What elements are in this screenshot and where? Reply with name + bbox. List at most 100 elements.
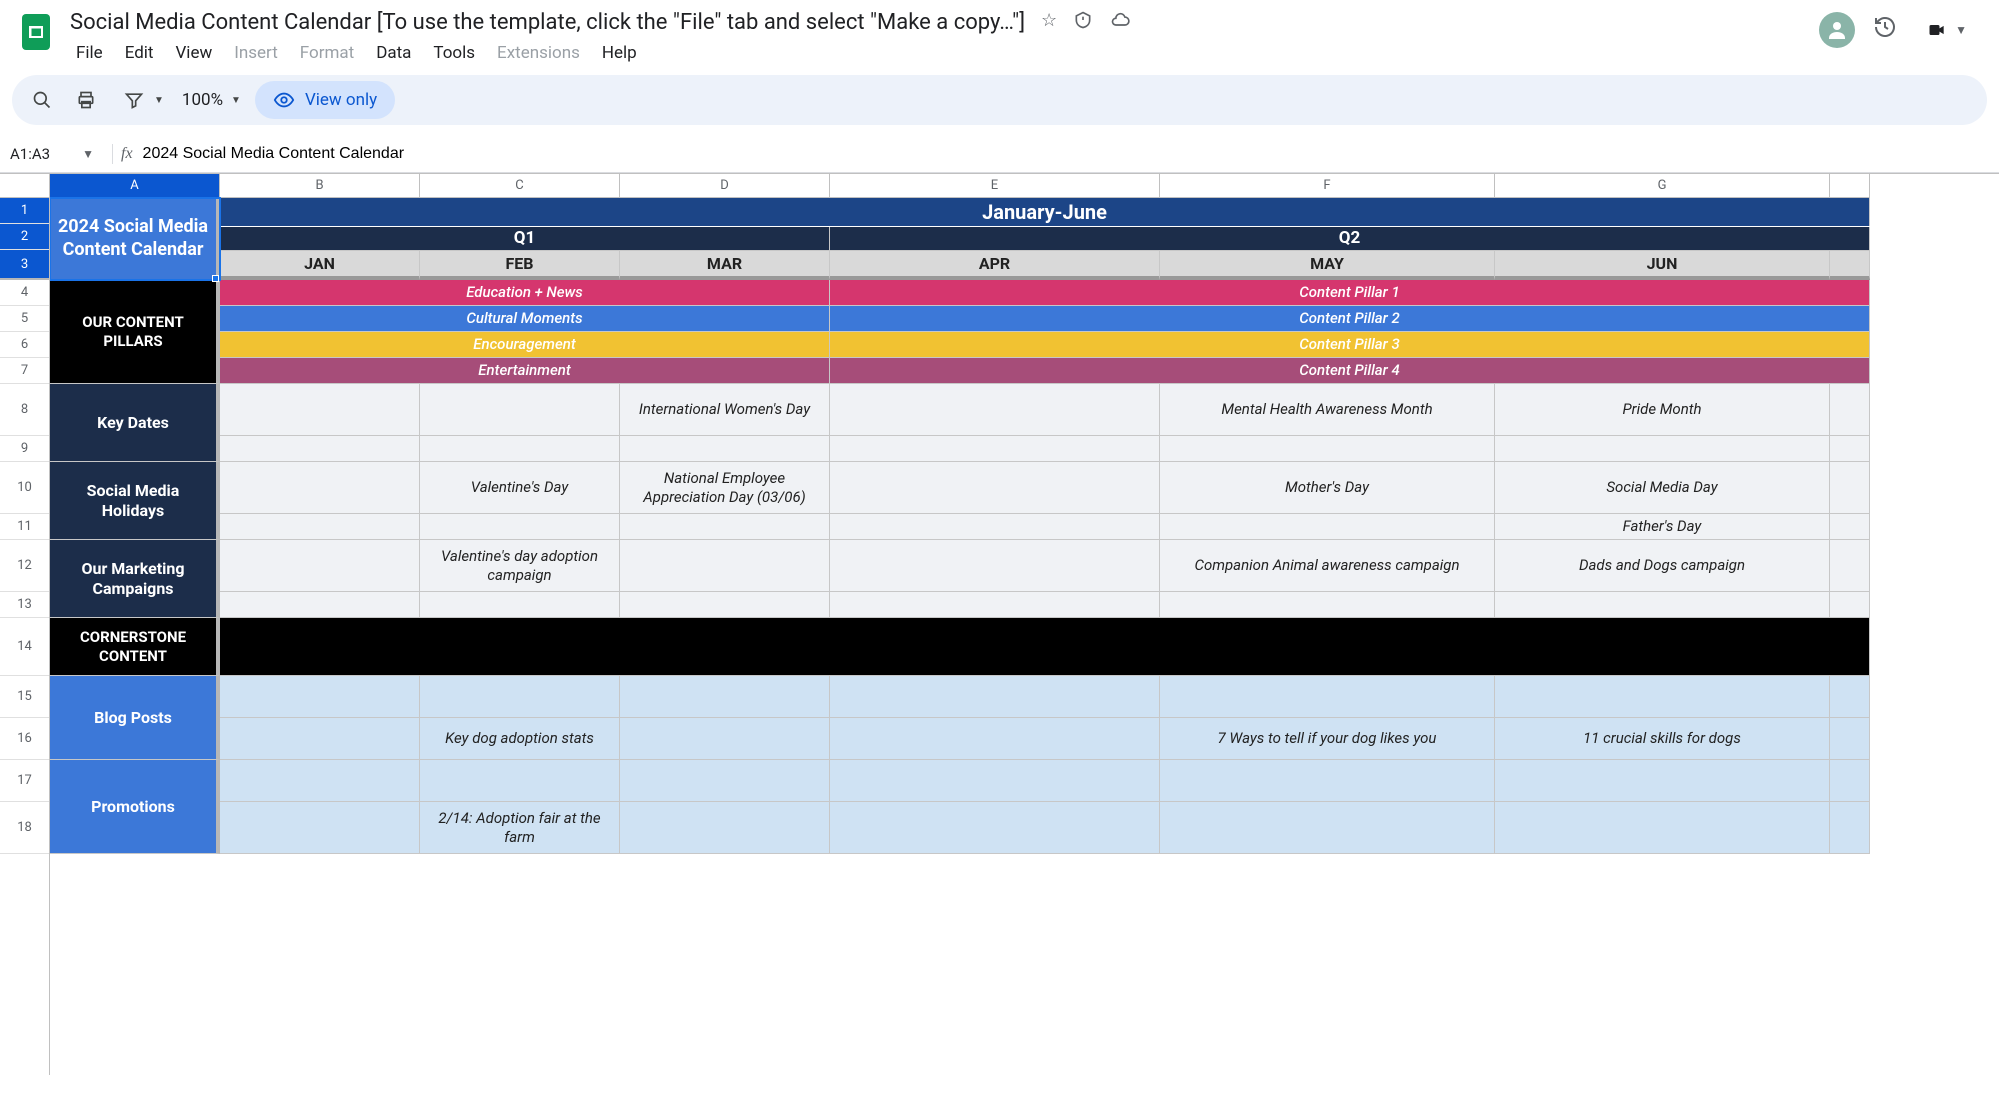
table-cell[interactable]: Valentine's Day [420, 462, 620, 514]
table-cell[interactable] [220, 618, 1870, 676]
pillar-cell[interactable]: Content Pillar 3 [830, 332, 1870, 358]
table-cell[interactable] [1830, 676, 1870, 718]
table-cell[interactable] [220, 760, 420, 802]
table-cell[interactable] [1830, 540, 1870, 592]
table-cell[interactable]: Dads and Dogs campaign [1495, 540, 1830, 592]
selection-handle[interactable] [212, 275, 219, 282]
table-cell[interactable] [420, 676, 620, 718]
row-header[interactable]: 12 [0, 540, 49, 592]
table-cell[interactable] [220, 540, 420, 592]
table-cell[interactable]: International Women's Day [620, 384, 830, 436]
sheets-logo[interactable] [16, 12, 56, 52]
col-header[interactable]: C [420, 174, 620, 198]
meet-button[interactable]: ▼ [1915, 14, 1975, 46]
table-cell[interactable]: 11 crucial skills for dogs [1495, 718, 1830, 760]
table-cell[interactable] [1495, 436, 1830, 462]
table-cell[interactable] [420, 592, 620, 618]
table-cell[interactable] [830, 436, 1160, 462]
table-cell[interactable]: 2/14: Adoption fair at the farm [420, 802, 620, 854]
menu-file[interactable]: File [66, 39, 113, 67]
table-cell[interactable] [220, 676, 420, 718]
cell-month[interactable]: FEB [420, 251, 620, 280]
table-cell[interactable] [830, 760, 1160, 802]
table-cell[interactable] [1830, 384, 1870, 436]
side-promotions[interactable]: Promotions [50, 760, 220, 854]
table-cell[interactable] [830, 514, 1160, 540]
table-cell[interactable] [420, 514, 620, 540]
table-cell[interactable]: Pride Month [1495, 384, 1830, 436]
pillar-cell[interactable]: Content Pillar 1 [830, 280, 1870, 306]
row-header[interactable]: 2 [0, 224, 49, 250]
table-cell[interactable] [220, 802, 420, 854]
menu-edit[interactable]: Edit [115, 39, 164, 67]
table-cell[interactable] [220, 436, 420, 462]
table-cell[interactable] [620, 802, 830, 854]
table-cell[interactable] [420, 384, 620, 436]
pillar-cell[interactable]: Entertainment [220, 358, 830, 384]
search-button[interactable] [24, 82, 60, 118]
row-header[interactable]: 11 [0, 514, 49, 540]
row-header[interactable]: 14 [0, 618, 49, 676]
table-cell[interactable] [420, 760, 620, 802]
table-cell[interactable] [1495, 802, 1830, 854]
table-cell[interactable] [620, 514, 830, 540]
table-cell[interactable] [620, 436, 830, 462]
col-header[interactable]: B [220, 174, 420, 198]
table-cell[interactable] [620, 718, 830, 760]
pillar-cell[interactable]: Content Pillar 4 [830, 358, 1870, 384]
col-header[interactable]: G [1495, 174, 1830, 198]
table-cell[interactable] [830, 540, 1160, 592]
cell-month[interactable]: MAR [620, 251, 830, 280]
table-cell[interactable] [1495, 676, 1830, 718]
table-cell[interactable] [1830, 592, 1870, 618]
table-cell[interactable] [1495, 760, 1830, 802]
table-cell[interactable] [830, 592, 1160, 618]
table-cell[interactable] [620, 592, 830, 618]
pillar-cell[interactable]: Education + News [220, 280, 830, 306]
row-header[interactable]: 6 [0, 332, 49, 358]
table-cell[interactable] [1160, 676, 1495, 718]
table-cell[interactable] [220, 462, 420, 514]
col-header[interactable]: A [50, 174, 220, 198]
zoom-select[interactable]: 100% ▼ [176, 90, 247, 110]
table-cell[interactable] [830, 462, 1160, 514]
table-cell[interactable]: Valentine's day adoption campaign [420, 540, 620, 592]
table-cell[interactable]: Companion Animal awareness campaign [1160, 540, 1495, 592]
name-box[interactable]: A1:A3 ▼ [0, 145, 104, 163]
table-cell[interactable] [1830, 718, 1870, 760]
table-cell[interactable] [830, 802, 1160, 854]
side-pillars[interactable]: OUR CONTENT PILLARS [50, 280, 220, 384]
table-cell[interactable] [1830, 514, 1870, 540]
table-cell[interactable] [620, 676, 830, 718]
cloud-status-icon[interactable] [1109, 10, 1131, 35]
cell-q2[interactable]: Q2 [830, 227, 1870, 251]
table-cell[interactable] [830, 718, 1160, 760]
side-holidays[interactable]: Social Media Holidays [50, 462, 220, 540]
table-cell[interactable] [1830, 802, 1870, 854]
row-header[interactable]: 7 [0, 358, 49, 384]
table-cell[interactable] [1830, 462, 1870, 514]
row-header[interactable]: 3 [0, 250, 49, 280]
row-header[interactable]: 4 [0, 280, 49, 306]
col-header[interactable]: E [830, 174, 1160, 198]
row-header[interactable]: 1 [0, 198, 49, 224]
menu-view[interactable]: View [165, 39, 222, 67]
table-cell[interactable] [1830, 760, 1870, 802]
row-header[interactable]: 16 [0, 718, 49, 760]
side-blog[interactable]: Blog Posts [50, 676, 220, 760]
col-header[interactable] [1830, 174, 1870, 198]
pillar-cell[interactable]: Cultural Moments [220, 306, 830, 332]
table-cell[interactable] [420, 436, 620, 462]
side-cornerstone[interactable]: CORNERSTONE CONTENT [50, 618, 220, 676]
table-cell[interactable]: National Employee Appreciation Day (03/0… [620, 462, 830, 514]
row-header[interactable]: 13 [0, 592, 49, 618]
table-cell[interactable] [220, 718, 420, 760]
cell-month[interactable]: MAY [1160, 251, 1495, 280]
account-avatar[interactable] [1819, 12, 1855, 48]
row-header[interactable]: 8 [0, 384, 49, 436]
table-cell[interactable] [1160, 592, 1495, 618]
cell-month[interactable]: JUN [1495, 251, 1830, 280]
menu-data[interactable]: Data [366, 39, 421, 67]
table-cell[interactable]: Key dog adoption stats [420, 718, 620, 760]
side-campaigns[interactable]: Our Marketing Campaigns [50, 540, 220, 618]
